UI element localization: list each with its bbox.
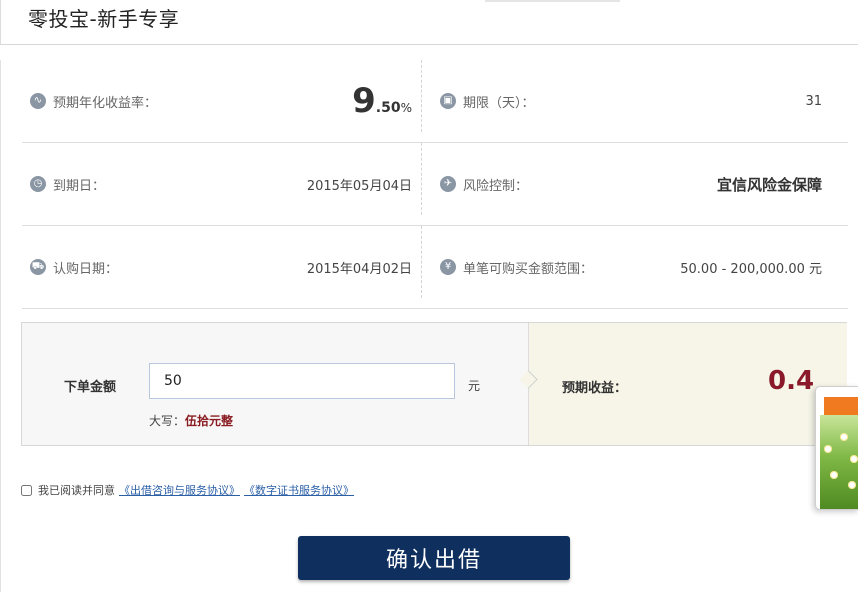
- amount-range-label: 单笔可购买金额范围：: [463, 261, 594, 277]
- amount-input[interactable]: [149, 363, 455, 399]
- row-divider: [421, 143, 422, 215]
- purchase-date-value: 2015年04月02日: [306, 261, 412, 277]
- rate-percent: %: [400, 101, 412, 115]
- cart-icon: ⛟: [30, 259, 46, 275]
- amount-label: 下单金额: [64, 380, 117, 395]
- clock-icon: ◷: [30, 176, 46, 192]
- flower-shape: [830, 471, 838, 479]
- shield-icon: ✈: [440, 176, 456, 192]
- purchase-date-label: 认购日期：: [53, 261, 119, 277]
- capital-amount: 大写：伍拾元整: [149, 412, 233, 429]
- row-divider: [421, 226, 422, 298]
- due-date-label: 到期日：: [53, 178, 106, 194]
- rate-integer: 9: [352, 81, 376, 121]
- flower-shape: [824, 445, 832, 453]
- order-panel: 下单金额 元 大写：伍拾元整 预期收益： 0.4: [21, 322, 847, 446]
- amount-range-value: 50.00 - 200,000.00 元: [680, 261, 822, 277]
- header-border: [0, 0, 1, 44]
- rate-cell: ∿ 预期年化收益率： 9.50%: [30, 60, 412, 142]
- flower-shape: [850, 455, 858, 463]
- flower-shape: [848, 481, 856, 489]
- term-label: 期限（天）：: [463, 95, 535, 111]
- certificate-agreement-link[interactable]: 《数字证书服务协议》: [244, 482, 354, 498]
- info-row: ⛟ 认购日期： 2015年04月02日 ¥ 单笔可购买金额范围： 50.00 -…: [22, 226, 848, 309]
- trend-icon: ∿: [30, 93, 46, 109]
- calendar-icon: ▣: [440, 93, 456, 109]
- risk-label: 风险控制：: [463, 178, 529, 194]
- term-cell: ▣ 期限（天）： 31: [440, 60, 822, 142]
- confirm-lend-button[interactable]: 确认出借: [298, 536, 570, 580]
- purchase-date-cell: ⛟ 认购日期： 2015年04月02日: [30, 226, 412, 308]
- service-agreement-link[interactable]: 《出借咨询与服务协议》: [119, 482, 240, 498]
- amount-range-cell: ¥ 单笔可购买金额范围： 50.00 - 200,000.00 元: [440, 226, 822, 308]
- rate-label: 预期年化收益率：: [53, 95, 158, 111]
- expected-return-value: 0.4: [768, 366, 815, 396]
- yen-icon: ¥: [440, 259, 456, 275]
- agreement-row: 我已阅读并同意 《出借咨询与服务协议》 《数字证书服务协议》: [21, 482, 354, 498]
- term-value: 31: [805, 93, 822, 109]
- product-info-grid: ∿ 预期年化收益率： 9.50% ▣ 期限（天）： 31 ◷ 到期日： 2015…: [22, 60, 848, 309]
- rate-value: 9.50%: [352, 81, 412, 121]
- due-date-value: 2015年05月04日: [306, 178, 412, 194]
- info-row: ∿ 预期年化收益率： 9.50% ▣ 期限（天）： 31: [22, 60, 848, 143]
- ad-image: [820, 415, 858, 509]
- floating-ad-widget[interactable]: [815, 386, 858, 510]
- content-left-border: [0, 60, 1, 592]
- risk-value: 宜信风险金保障: [716, 175, 822, 194]
- agreement-checkbox[interactable]: [21, 484, 32, 496]
- due-date-cell: ◷ 到期日： 2015年05月04日: [30, 143, 412, 225]
- capital-value: 伍拾元整: [185, 414, 234, 428]
- page-title: 零投宝-新手专享: [28, 7, 180, 31]
- page-header: 零投宝-新手专享: [0, 0, 858, 45]
- expected-return-label: 预期收益：: [562, 381, 628, 396]
- row-divider: [421, 60, 422, 132]
- rate-decimal: .50: [375, 100, 401, 116]
- header-tab-indicator: [485, 0, 620, 2]
- amount-unit: 元: [468, 379, 481, 393]
- flower-shape: [840, 433, 848, 441]
- capital-label: 大写：: [149, 414, 186, 428]
- info-row: ◷ 到期日： 2015年05月04日 ✈ 风险控制： 宜信风险金保障: [22, 143, 848, 226]
- agreement-text: 我已阅读并同意: [38, 484, 115, 497]
- risk-cell: ✈ 风险控制： 宜信风险金保障: [440, 143, 822, 225]
